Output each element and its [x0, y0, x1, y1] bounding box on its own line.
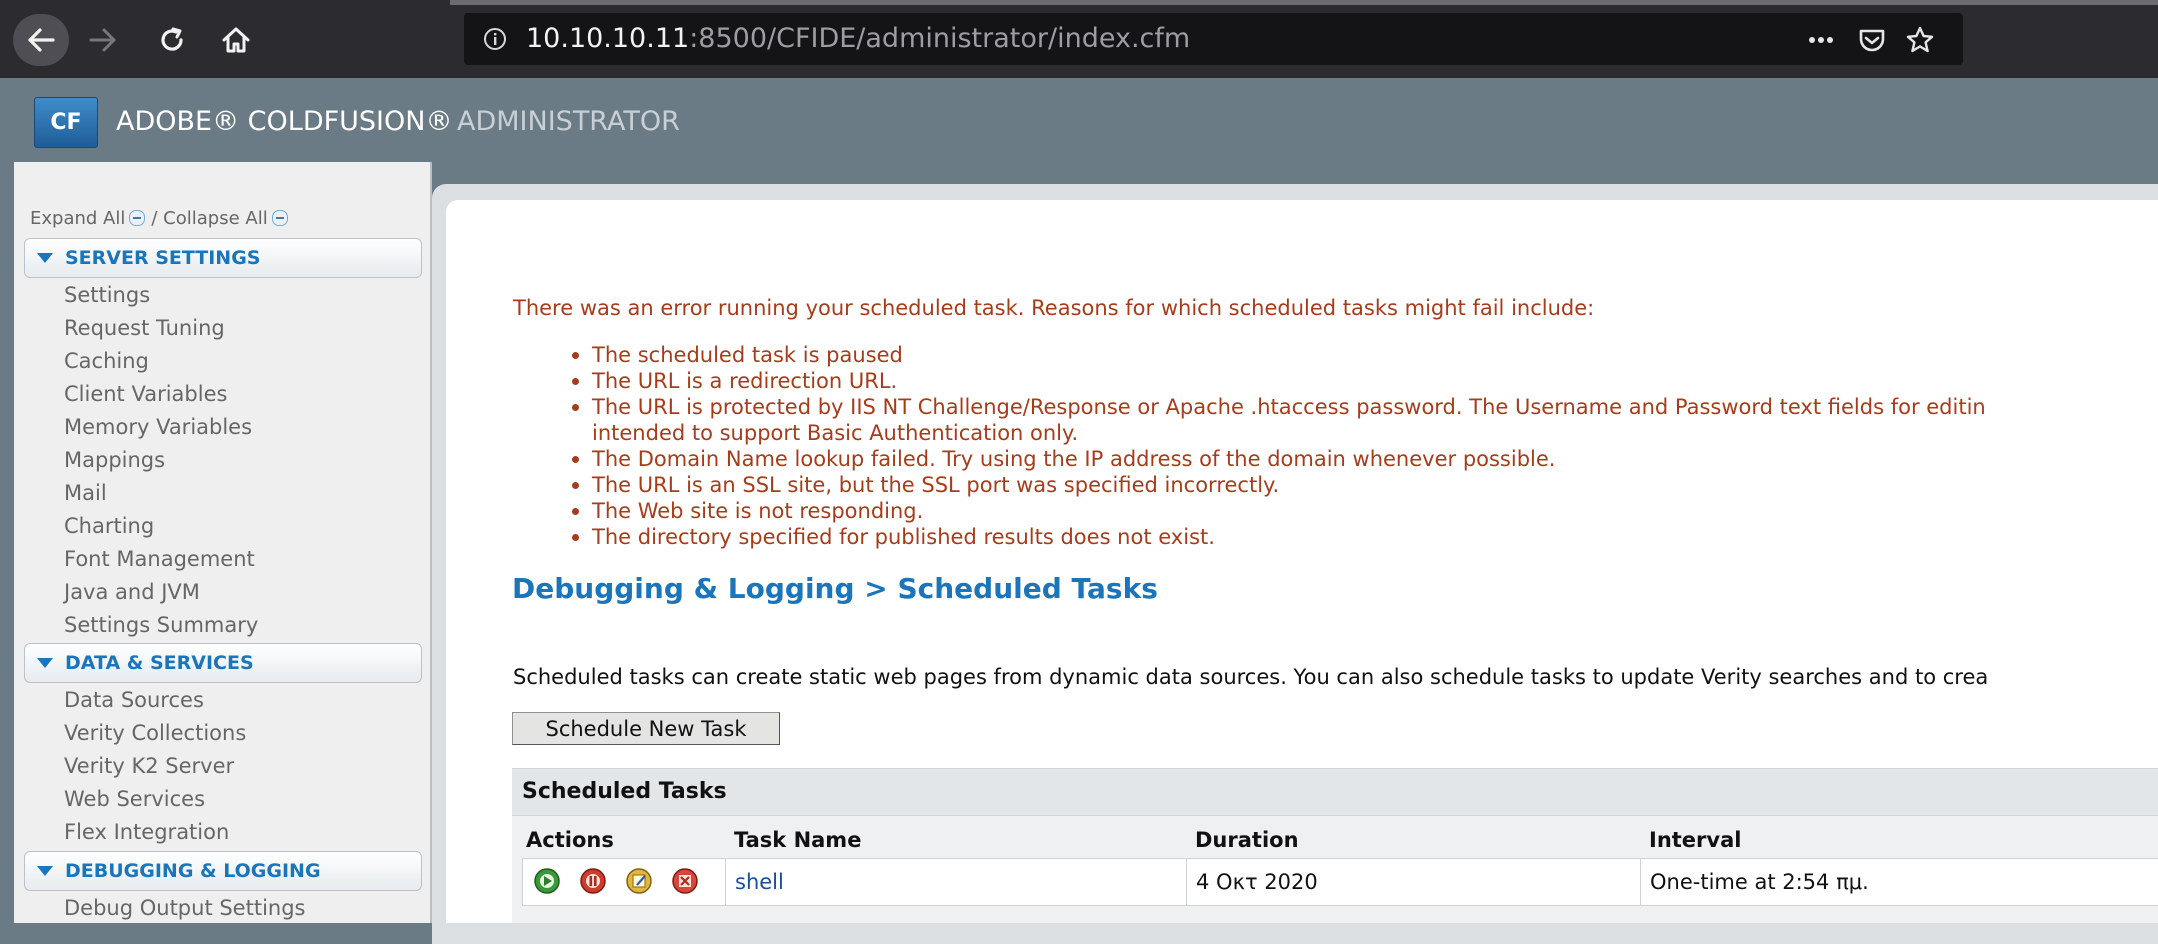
separator: / [151, 208, 158, 229]
info-icon[interactable] [482, 26, 508, 52]
triangle-down-icon [37, 658, 53, 668]
error-reason: The scheduled task is paused [530, 342, 903, 368]
page-description: Scheduled tasks can create static web pa… [513, 665, 1989, 689]
error-reason: The Web site is not responding. [530, 498, 923, 524]
sidebar-item-settings[interactable]: Settings [64, 280, 150, 310]
coldfusion-logo: CF [34, 97, 98, 148]
sidebar-item-settings-summary[interactable]: Settings Summary [64, 610, 258, 640]
error-reason: The URL is an SSL site, but the SSL port… [530, 472, 1279, 498]
error-reason: The Domain Name lookup failed. Try using… [530, 446, 1555, 472]
reload-button[interactable] [147, 14, 197, 66]
sidebar-item-web-services[interactable]: Web Services [64, 784, 205, 814]
pocket-icon[interactable] [1857, 26, 1887, 54]
sidebar-item-verity-k2-server[interactable]: Verity K2 Server [64, 751, 234, 781]
sidebar-item-font-management[interactable]: Font Management [64, 544, 255, 574]
url-text[interactable]: 10.10.10.11:8500/CFIDE/administrator/ind… [526, 13, 1190, 65]
collapse-all-link[interactable]: Collapse All [163, 208, 268, 229]
more-actions-icon[interactable] [1806, 26, 1836, 54]
table-row: shell 4 Οκτ 2020 One-time at 2:54 πμ. [522, 858, 2158, 906]
column-header-duration[interactable]: Duration [1195, 824, 1299, 856]
home-icon [222, 27, 250, 53]
section-label: DEBUGGING & LOGGING [65, 860, 321, 882]
sidebar-item-debug-output-settings[interactable]: Debug Output Settings [64, 893, 306, 923]
arrow-right-icon [89, 28, 116, 52]
tasks-title-bar: Scheduled Tasks [512, 768, 2158, 816]
arrow-left-icon [28, 28, 55, 52]
back-button[interactable] [13, 14, 69, 66]
sidebar-item-mappings[interactable]: Mappings [64, 445, 165, 475]
url-bar[interactable]: 10.10.10.11:8500/CFIDE/administrator/ind… [464, 13, 1963, 65]
scheduled-tasks-panel: Scheduled Tasks Actions Task Name Durati… [512, 768, 2158, 923]
url-path: :8500/CFIDE/administrator/index.cfm [689, 23, 1191, 54]
task-duration: 4 Οκτ 2020 [1196, 870, 1318, 894]
tasks-title: Scheduled Tasks [522, 779, 727, 804]
url-host: 10.10.10.11 [526, 23, 690, 54]
sidebar-item-caching[interactable]: Caching [64, 346, 149, 376]
edit-task-icon[interactable] [625, 867, 653, 895]
sidebar-item-java-jvm[interactable]: Java and JVM [64, 577, 200, 607]
sidebar-item-mail[interactable]: Mail [64, 478, 107, 508]
bullet [572, 482, 579, 489]
error-reason: The URL is a redirection URL. [530, 368, 897, 394]
section-debugging-logging[interactable]: DEBUGGING & LOGGING [24, 851, 422, 891]
section-server-settings[interactable]: SERVER SETTINGS [24, 238, 422, 278]
sidebar-item-charting[interactable]: Charting [64, 511, 154, 541]
section-data-services[interactable]: DATA & SERVICES [24, 643, 422, 683]
section-label: DATA & SERVICES [65, 652, 254, 674]
cell-divider [1640, 859, 1641, 905]
sidebar: Expand All / Collapse All SERVER SETTINGS… [14, 162, 432, 923]
column-header-interval[interactable]: Interval [1649, 824, 1741, 856]
task-name-link[interactable]: shell [735, 859, 784, 905]
expand-icon[interactable] [129, 210, 146, 226]
sidebar-item-flex-integration[interactable]: Flex Integration [64, 817, 229, 847]
error-reason: The directory specified for published re… [530, 524, 1215, 550]
bullet [572, 508, 579, 515]
browser-toolbar: 10.10.10.11:8500/CFIDE/administrator/ind… [0, 0, 2158, 78]
column-header-actions: Actions [526, 828, 614, 852]
sidebar-item-memory-variables[interactable]: Memory Variables [64, 412, 252, 442]
column-header-task-name[interactable]: Task Name [734, 824, 861, 856]
bullet [572, 456, 579, 463]
sidebar-item-request-tuning[interactable]: Request Tuning [64, 313, 225, 343]
task-interval: One-time at 2:54 πμ. [1650, 870, 1869, 894]
page-title: Debugging & Logging > Scheduled Tasks [512, 572, 1158, 605]
triangle-down-icon [37, 866, 53, 876]
error-reason-continued: intended to support Basic Authentication… [592, 421, 1079, 445]
bullet [572, 404, 579, 411]
sidebar-item-client-variables[interactable]: Client Variables [64, 379, 227, 409]
error-intro: There was an error running your schedule… [513, 296, 1595, 320]
bullet [572, 378, 579, 385]
reload-icon [161, 27, 183, 51]
product-subtitle: ADMINISTRATOR [457, 106, 680, 137]
bookmark-star-icon[interactable] [1905, 26, 1935, 54]
bullet [572, 352, 579, 359]
sidebar-item-data-sources[interactable]: Data Sources [64, 685, 204, 715]
schedule-new-task-button[interactable]: Schedule New Task [512, 712, 780, 745]
error-reason: The URL is protected by IIS NT Challenge… [530, 394, 1986, 420]
bullet [572, 534, 579, 541]
section-label: SERVER SETTINGS [65, 247, 261, 269]
expand-collapse-controls: Expand All / Collapse All [30, 208, 294, 229]
sidebar-item-verity-collections[interactable]: Verity Collections [64, 718, 246, 748]
collapse-icon[interactable] [271, 210, 288, 226]
forward-button[interactable] [78, 14, 128, 66]
run-task-icon[interactable] [533, 867, 561, 895]
pause-task-icon[interactable] [579, 867, 607, 895]
cell-divider [1186, 859, 1187, 905]
cell-divider [725, 859, 726, 905]
home-button[interactable] [211, 14, 261, 66]
tab-strip-edge [450, 0, 2158, 5]
triangle-down-icon [37, 253, 53, 263]
delete-task-icon[interactable] [671, 867, 699, 895]
expand-all-link[interactable]: Expand All [30, 208, 125, 229]
product-title: ADOBE® COLDFUSION® [116, 106, 453, 137]
